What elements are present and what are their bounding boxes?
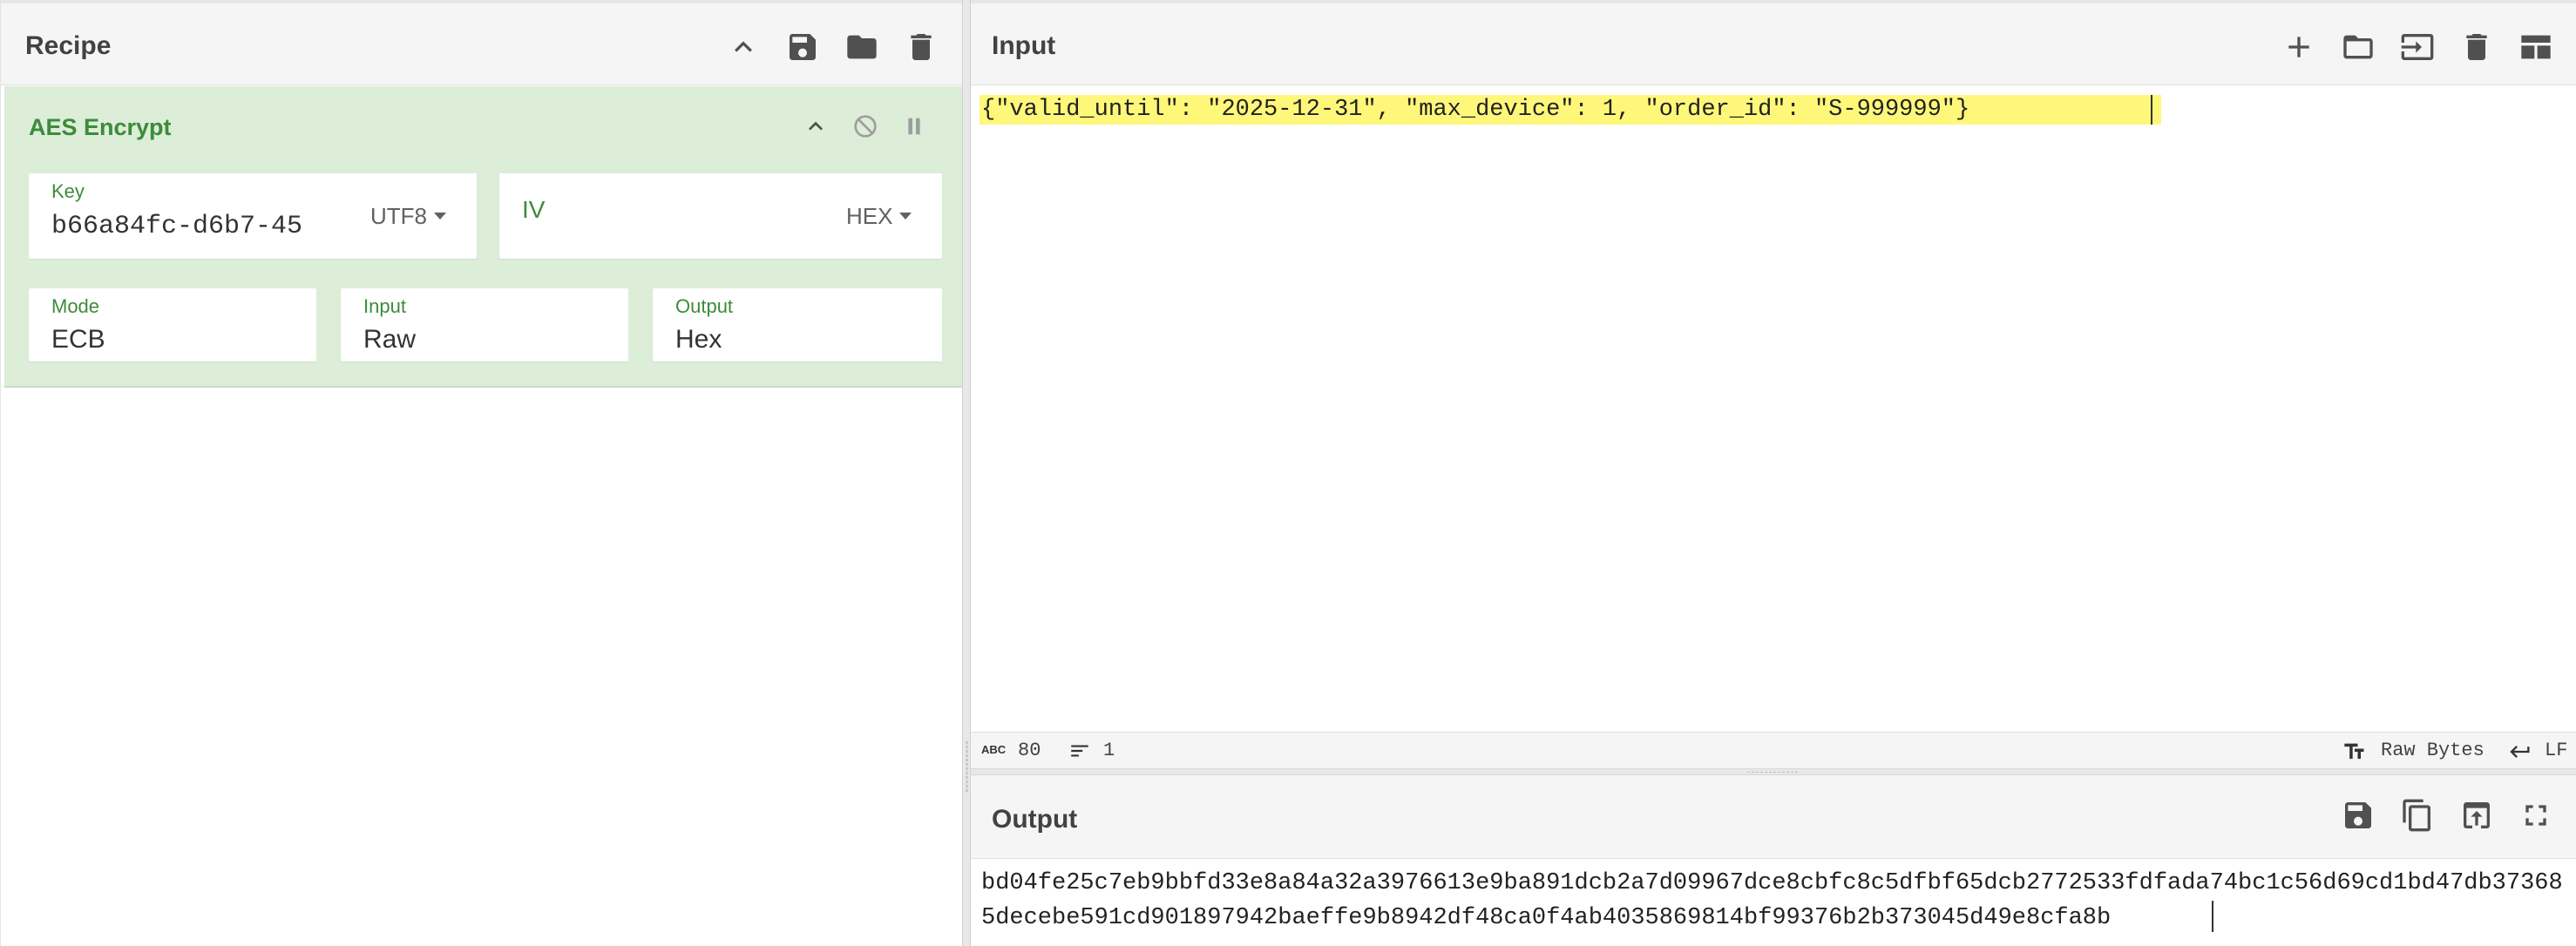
iv-encoding-dropdown[interactable]: HEX xyxy=(846,203,912,230)
eol-return-icon[interactable] xyxy=(2508,740,2532,770)
line-count: 1 xyxy=(1103,740,1115,761)
key-field[interactable]: Key b66a84fc-d6b7-45 UTF8 xyxy=(29,173,477,259)
recipe-title: Recipe xyxy=(25,31,112,60)
copy-output-icon[interactable] xyxy=(2398,796,2437,835)
output-format-value: Hex xyxy=(675,325,722,354)
input-format-value: Raw xyxy=(363,325,417,354)
eol-value[interactable]: LF xyxy=(2545,740,2567,761)
output-title: Output xyxy=(992,805,1078,834)
output-format-label: Output xyxy=(675,295,734,317)
output-header: Output xyxy=(971,775,2576,859)
output-cursor xyxy=(2212,901,2213,932)
collapse-chevron-up-icon[interactable] xyxy=(800,111,831,142)
key-label: Key xyxy=(51,180,85,202)
key-encoding-value: UTF8 xyxy=(370,203,427,229)
open-folder-icon[interactable] xyxy=(2339,28,2377,66)
abc-length-icon: ABC xyxy=(981,743,1007,756)
reset-layout-icon[interactable] xyxy=(2517,28,2555,66)
replace-input-with-output-icon[interactable] xyxy=(2457,796,2496,835)
text-size-icon[interactable] xyxy=(2342,740,2367,770)
key-value[interactable]: b66a84fc-d6b7-45 xyxy=(51,212,302,241)
input-panel: Input {"valid_until": "2025-12-31", "max… xyxy=(971,0,2576,768)
disable-operation-icon[interactable] xyxy=(850,111,881,142)
aes-encrypt-operation[interactable]: AES Encrypt Key b66a84fc-d6b7-45 UTF8 IV… xyxy=(4,86,963,388)
clear-recipe-trash-icon[interactable] xyxy=(902,28,940,66)
output-panel: Output bd04fe25c7eb9bbfd33e8a84a32a39766… xyxy=(971,775,2576,946)
save-output-icon[interactable] xyxy=(2339,796,2377,835)
horizontal-splitter[interactable] xyxy=(971,768,2576,775)
splitter-grip xyxy=(966,740,968,793)
clear-input-trash-icon[interactable] xyxy=(2457,28,2496,66)
mode-label: Mode xyxy=(51,295,100,317)
recipe-panel: Recipe AES Encrypt Key b66a84fc-d6b7-45 xyxy=(0,0,963,946)
key-encoding-dropdown[interactable]: UTF8 xyxy=(370,203,446,230)
pause-breakpoint-icon[interactable] xyxy=(898,111,930,142)
vertical-splitter[interactable] xyxy=(962,0,971,946)
input-editor[interactable]: {"valid_until": "2025-12-31", "max_devic… xyxy=(971,86,2576,732)
output-format-select[interactable]: Output Hex xyxy=(653,288,942,362)
mode-select[interactable]: Mode ECB xyxy=(29,288,316,362)
input-text[interactable]: {"valid_until": "2025-12-31", "max_devic… xyxy=(980,95,2161,125)
open-file-input-icon[interactable] xyxy=(2398,28,2437,66)
lines-icon xyxy=(1068,740,1091,768)
input-encoding[interactable]: Raw Bytes xyxy=(2381,740,2484,761)
caret-down-icon xyxy=(899,213,912,220)
splitter-grip xyxy=(1746,771,1799,774)
maximise-output-icon[interactable] xyxy=(2517,796,2555,835)
load-recipe-folder-icon[interactable] xyxy=(843,28,881,66)
input-title: Input xyxy=(992,31,1056,60)
operation-name: AES Encrypt xyxy=(29,114,172,140)
output-text[interactable]: bd04fe25c7eb9bbfd33e8a84a32a3976613e9ba8… xyxy=(981,866,2569,936)
char-count: 80 xyxy=(1018,740,1041,761)
input-header: Input xyxy=(971,0,2576,85)
recipe-header: Recipe xyxy=(1,0,962,85)
caret-down-icon xyxy=(434,213,446,220)
input-format-label: Input xyxy=(363,295,406,317)
input-format-select[interactable]: Input Raw xyxy=(341,288,628,362)
chevron-up-icon[interactable] xyxy=(724,28,763,66)
save-recipe-icon[interactable] xyxy=(783,28,822,66)
text-cursor xyxy=(2151,95,2152,125)
add-tab-plus-icon[interactable] xyxy=(2280,28,2318,66)
input-status-bar: ABC 80 1 Raw Bytes LF xyxy=(971,732,2576,768)
iv-label: IV xyxy=(522,196,546,223)
mode-value: ECB xyxy=(51,325,105,354)
iv-field[interactable]: IV HEX xyxy=(499,173,942,259)
iv-encoding-value: HEX xyxy=(846,203,893,229)
